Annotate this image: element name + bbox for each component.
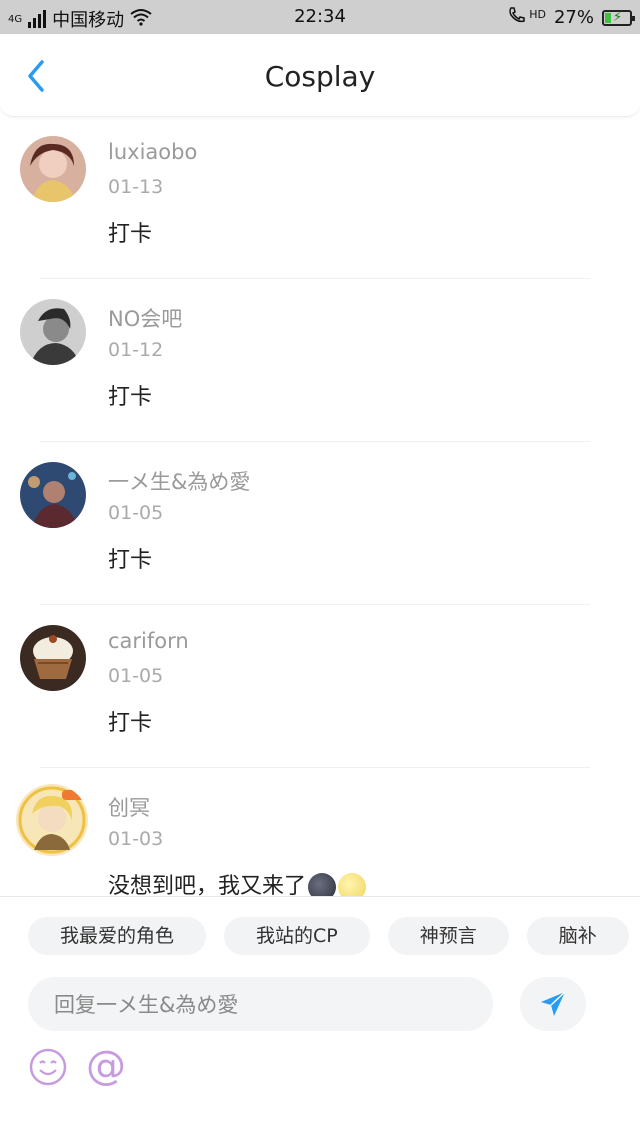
- list-item[interactable]: cariforn 01-05 打卡: [0, 605, 640, 768]
- smiley-icon[interactable]: [28, 1047, 68, 1091]
- topic-chips: 我最爱的角色 我站的CP 神预言 脑补: [28, 917, 629, 955]
- mention-button[interactable]: @: [86, 1043, 126, 1089]
- comment-text: 打卡: [108, 385, 153, 410]
- avatar[interactable]: [20, 462, 86, 528]
- send-icon: [541, 991, 566, 1016]
- comment-text: 没想到吧，我又来了: [108, 868, 367, 896]
- new-moon-face-icon: [308, 873, 337, 896]
- reply-panel: 我最爱的角色 我站的CP 神预言 脑补 @: [0, 896, 640, 1139]
- list-item[interactable]: 一メ生&為め愛 01-05 打卡: [0, 442, 640, 605]
- hd-badge: HD: [529, 8, 546, 21]
- comment-text: 打卡: [108, 548, 153, 573]
- avatar[interactable]: [20, 625, 86, 691]
- comment-author[interactable]: 一メ生&為め愛: [108, 466, 250, 496]
- avatar[interactable]: [20, 299, 86, 365]
- full-moon-face-icon: [338, 873, 367, 896]
- chip-favorite-character[interactable]: 我最爱的角色: [28, 917, 207, 955]
- list-item[interactable]: 创冥 01-03 没想到吧，我又来了: [0, 768, 640, 896]
- reply-box: [28, 977, 493, 1033]
- chip-my-cp[interactable]: 我站的CP: [224, 917, 370, 955]
- list-item[interactable]: luxiaobo 01-13 打卡: [0, 116, 640, 279]
- comment-text: 打卡: [108, 711, 153, 736]
- chip-prophecy[interactable]: 神预言: [387, 917, 509, 955]
- comment-author[interactable]: luxiaobo: [108, 140, 197, 164]
- list-item[interactable]: NO会吧 01-12 打卡: [0, 279, 640, 442]
- comment-date: 01-13: [108, 176, 164, 198]
- call-icon: [507, 6, 527, 29]
- send-button[interactable]: [520, 977, 586, 1031]
- status-bar: 4G 中国移动 22:34 HD 27% ⚡: [0, 0, 640, 34]
- comment-date: 01-05: [108, 502, 164, 524]
- avatar[interactable]: [20, 136, 86, 202]
- comment-text-body: 没想到吧，我又来了: [108, 874, 307, 896]
- comment-author[interactable]: 创冥: [108, 792, 150, 822]
- battery-icon: ⚡: [602, 9, 635, 26]
- comment-list[interactable]: luxiaobo 01-13 打卡 NO会吧 01-12 打卡 一メ生&為め愛 …: [0, 116, 640, 896]
- reply-input[interactable]: [52, 977, 476, 1033]
- comment-author[interactable]: cariforn: [108, 629, 189, 653]
- comment-text: 打卡: [108, 222, 153, 247]
- comment-date: 01-03: [108, 828, 164, 850]
- header-bar: Cosplay: [0, 34, 640, 117]
- comment-date: 01-12: [108, 339, 164, 361]
- page-title: Cosplay: [264, 60, 376, 93]
- comment-author[interactable]: NO会吧: [108, 303, 182, 333]
- chip-imagine[interactable]: 脑补: [526, 917, 629, 955]
- comment-date: 01-05: [108, 665, 164, 687]
- avatar[interactable]: [16, 784, 88, 856]
- battery-percent: 27%: [553, 7, 594, 28]
